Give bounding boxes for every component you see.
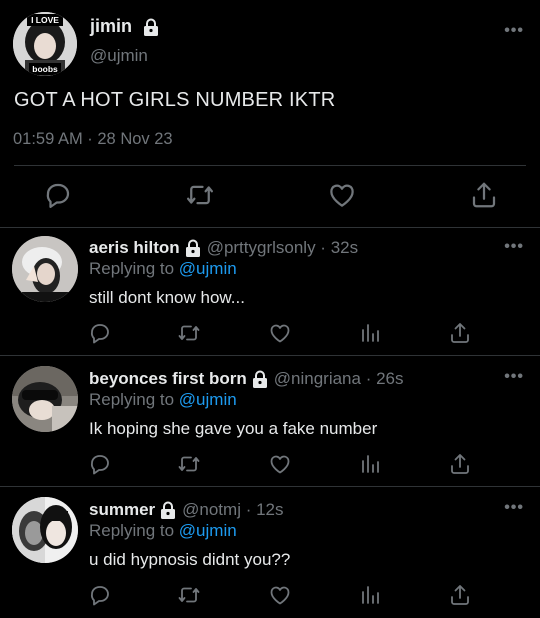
lock-icon [252,370,268,388]
avatar[interactable] [12,366,78,432]
lock-icon [185,239,201,257]
divider [14,165,526,166]
avatar-photo: I LOVE boobs [13,12,77,76]
display-name[interactable]: beyonces first born [89,369,247,389]
reply-header: summer @notmj · 12s [89,500,284,520]
handle[interactable]: @prttygrlsonly · 32s [207,238,358,258]
share-icon [451,323,469,343]
display-name[interactable]: jimin [90,16,159,37]
views-icon [362,586,379,604]
like-icon [270,324,290,343]
replying-to: Replying to @ujmin [89,390,237,410]
retweet-button[interactable] [177,321,201,345]
lock-icon [143,18,159,36]
retweet-button[interactable] [177,452,201,476]
replying-to-label: Replying to [89,259,175,278]
like-button[interactable] [268,452,292,476]
reply-text: Ik hoping she gave you a fake number [89,419,378,438]
share-icon [451,585,469,605]
avatar[interactable]: I LOVE boobs [13,12,77,76]
reply-button[interactable] [88,583,112,607]
avatar-photo [12,497,78,563]
avatar[interactable] [12,236,78,302]
avatar-sticker-bottom: boobs [32,64,58,74]
lock-icon [160,501,176,519]
views-icon [362,455,379,473]
avatar-photo [12,366,78,432]
share-button[interactable] [448,583,472,607]
views-icon [362,324,379,342]
reply-tweet[interactable]: aeris hilton @prttygrlsonly · 32s ••• Re… [0,228,540,356]
reply-icon [46,183,70,208]
reply-icon [90,455,109,475]
share-icon [472,182,496,208]
like-button[interactable] [268,583,292,607]
mention-link[interactable]: @ujmin [179,259,237,278]
reply-header: aeris hilton @prttygrlsonly · 32s [89,238,358,258]
display-name[interactable]: aeris hilton [89,238,180,258]
reply-icon [90,586,109,606]
views-button[interactable] [358,452,382,476]
replying-to-label: Replying to [89,521,175,540]
reply-tweet[interactable]: summer @notmj · 12s ••• Replying to @ujm… [0,487,540,618]
mention-link[interactable]: @ujmin [179,521,237,540]
timestamp[interactable]: 01:59 AM · 28 Nov 23 [13,130,173,149]
more-options-icon[interactable]: ••• [504,368,524,386]
reply-button[interactable] [88,321,112,345]
display-name[interactable]: summer [89,500,155,520]
reply-icon [90,324,109,344]
display-name-text: jimin [90,16,133,36]
reply-tweet[interactable]: beyonces first born @ningriana · 26s •••… [0,356,540,487]
views-button[interactable] [358,321,382,345]
retweet-icon [178,587,200,603]
reply-text: still dont know how... [89,288,245,307]
reply-button[interactable] [88,452,112,476]
handle[interactable]: @notmj · 12s [182,500,283,520]
reply-button[interactable] [43,180,73,210]
views-button[interactable] [358,583,382,607]
replying-to-label: Replying to [89,390,175,409]
like-icon [330,184,354,207]
tweet-text: GOT A HOT GIRLS NUMBER IKTR [14,89,336,111]
like-button[interactable] [327,180,357,210]
reply-text: u did hypnosis didnt you?? [89,550,291,569]
replying-to: Replying to @ujmin [89,521,237,541]
share-button[interactable] [448,321,472,345]
more-options-icon[interactable]: ••• [504,499,524,517]
retweet-icon [178,456,200,472]
retweet-button[interactable] [185,180,215,210]
avatar-photo [12,236,78,302]
avatar-sticker-top: I LOVE [31,15,59,25]
retweet-icon [187,185,213,205]
like-icon [270,586,290,605]
more-options-icon[interactable]: ••• [504,238,524,256]
retweet-button[interactable] [177,583,201,607]
retweet-icon [178,325,200,341]
replying-to: Replying to @ujmin [89,259,237,279]
like-icon [270,455,290,474]
mention-link[interactable]: @ujmin [179,390,237,409]
handle[interactable]: @ujmin [90,46,148,66]
handle[interactable]: @ningriana · 26s [274,369,404,389]
more-options-icon[interactable]: ••• [504,22,524,40]
reply-header: beyonces first born @ningriana · 26s [89,369,403,389]
share-button[interactable] [448,452,472,476]
like-button[interactable] [268,321,292,345]
avatar[interactable] [12,497,78,563]
share-icon [451,454,469,474]
main-tweet: I LOVE boobs jimin @ujmin ••• GOT A HOT … [0,0,540,228]
share-button[interactable] [469,180,499,210]
action-bar [0,180,540,214]
